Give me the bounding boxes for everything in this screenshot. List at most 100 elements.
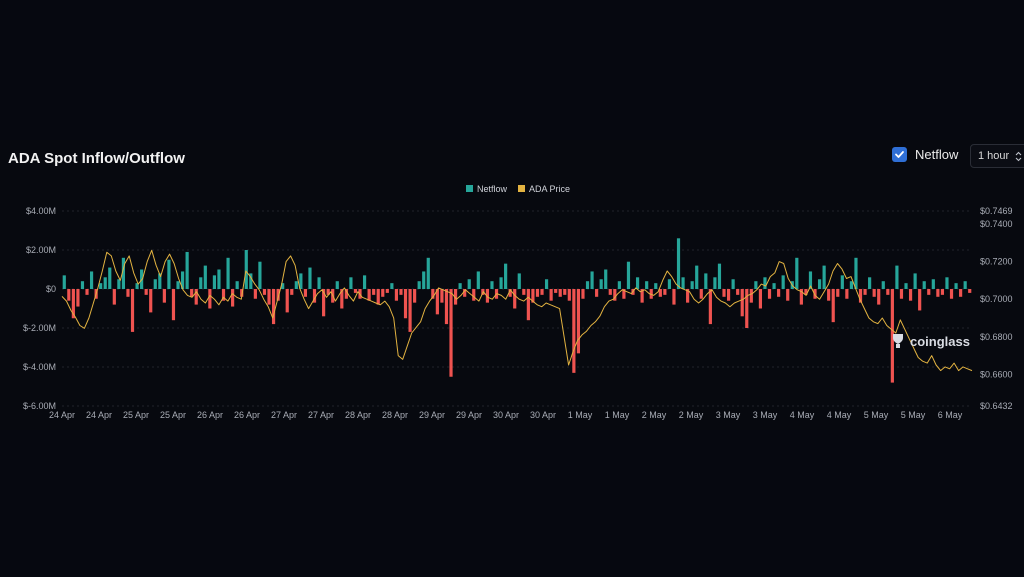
netflow-bar <box>699 289 703 299</box>
x-tick-label: 30 Apr <box>530 410 556 420</box>
netflow-bar <box>472 289 476 301</box>
netflow-bar <box>572 289 576 373</box>
legend-price-swatch <box>518 185 525 192</box>
netflow-bar <box>349 277 353 289</box>
netflow-bar <box>549 289 553 301</box>
netflow-bar <box>736 289 740 295</box>
netflow-bar <box>599 279 603 289</box>
netflow-bars <box>62 238 972 383</box>
netflow-bar <box>130 289 135 332</box>
x-tick-label: 25 Apr <box>123 410 149 420</box>
netflow-bar <box>126 289 130 297</box>
netflow-bar <box>417 281 421 289</box>
netflow-bar <box>390 283 394 289</box>
netflow-bar <box>899 289 904 299</box>
netflow-bar <box>781 275 785 289</box>
netflow-bar <box>449 289 453 377</box>
coinglass-watermark: coinglass <box>890 332 970 350</box>
watermark-text: coinglass <box>910 333 970 349</box>
netflow-bar <box>290 289 294 295</box>
netflow-bar <box>162 289 166 303</box>
netflow-bar <box>376 289 380 305</box>
netflow-bar <box>403 289 408 319</box>
netflow-bar <box>913 273 917 289</box>
x-tick-label: 24 Apr <box>86 410 112 420</box>
netflow-bar <box>108 267 112 289</box>
price-line <box>61 249 973 372</box>
netflow-bar <box>554 289 558 293</box>
netflow-bar <box>408 289 412 332</box>
netflow-bar <box>385 289 389 293</box>
netflow-bar <box>271 289 276 325</box>
netflow-bar <box>353 289 358 293</box>
netflow-bar <box>722 289 726 297</box>
x-tick-label: 4 May <box>790 410 815 420</box>
x-tick-label: 24 Apr <box>49 410 75 420</box>
netflow-chart: $4.00M$2.00M$0$-2.00M$-4.00M$-6.00M$0.74… <box>23 184 1013 420</box>
netflow-bar <box>708 289 712 325</box>
netflow-bar <box>740 289 744 317</box>
netflow-bar <box>854 257 858 289</box>
y-right-tick-label: $0.7469 <box>980 206 1013 216</box>
netflow-bar <box>868 277 872 289</box>
netflow-bar <box>317 277 321 289</box>
netflow-bar <box>936 289 940 297</box>
grid-layer <box>62 210 972 407</box>
netflow-bar <box>945 277 949 289</box>
netflow-bar <box>663 289 667 295</box>
axis-layer: $4.00M$2.00M$0$-2.00M$-4.00M$-6.00M$0.74… <box>23 206 1013 420</box>
x-tick-label: 5 May <box>864 410 889 420</box>
netflow-bar <box>672 289 676 305</box>
netflow-bar <box>231 289 235 307</box>
legend-netflow-label[interactable]: Netflow <box>477 184 508 194</box>
netflow-bar <box>540 289 544 295</box>
netflow-bar <box>690 281 694 289</box>
netflow-bar <box>959 289 963 297</box>
netflow-bar <box>949 289 954 299</box>
legend-price-label[interactable]: ADA Price <box>529 184 570 194</box>
netflow-bar <box>908 289 913 301</box>
x-tick-label: 4 May <box>827 410 852 420</box>
netflow-bar <box>89 271 94 289</box>
netflow-bar <box>681 277 685 289</box>
y-left-tick-label: $2.00M <box>26 245 56 255</box>
netflow-bar <box>717 263 722 289</box>
netflow-bar <box>558 289 562 297</box>
netflow-bar <box>258 261 262 289</box>
netflow-bar <box>608 289 612 295</box>
netflow-bar <box>185 251 189 289</box>
netflow-bar <box>176 281 180 289</box>
netflow-bar <box>731 279 735 289</box>
legend: Netflow ADA Price <box>466 184 570 194</box>
x-tick-label: 2 May <box>642 410 667 420</box>
y-right-tick-label: $0.6432 <box>980 401 1013 411</box>
netflow-bar <box>372 289 376 295</box>
netflow-bar <box>262 289 267 295</box>
netflow-bar <box>726 289 731 301</box>
netflow-bar <box>940 289 945 295</box>
netflow-bar <box>422 271 426 289</box>
netflow-bar <box>235 281 239 289</box>
netflow-bar <box>435 289 439 315</box>
netflow-bar <box>763 277 767 289</box>
netflow-bar <box>522 289 526 295</box>
netflow-bar <box>849 281 854 289</box>
netflow-bar <box>253 289 257 299</box>
netflow-bar <box>918 289 922 311</box>
netflow-bar <box>517 273 521 289</box>
netflow-bar <box>836 289 840 297</box>
x-tick-label: 5 May <box>901 410 926 420</box>
netflow-bar <box>585 281 590 289</box>
netflow-bar <box>772 283 776 289</box>
netflow-bar <box>544 279 549 289</box>
netflow-bar <box>362 275 367 289</box>
netflow-bar <box>335 281 339 289</box>
netflow-bar <box>413 289 417 303</box>
netflow-bar <box>99 283 103 289</box>
netflow-bar <box>513 289 517 309</box>
netflow-bar <box>208 289 212 309</box>
x-tick-label: 6 May <box>938 410 963 420</box>
netflow-bar <box>931 279 935 289</box>
netflow-bar <box>80 281 85 289</box>
netflow-bar <box>399 289 403 295</box>
